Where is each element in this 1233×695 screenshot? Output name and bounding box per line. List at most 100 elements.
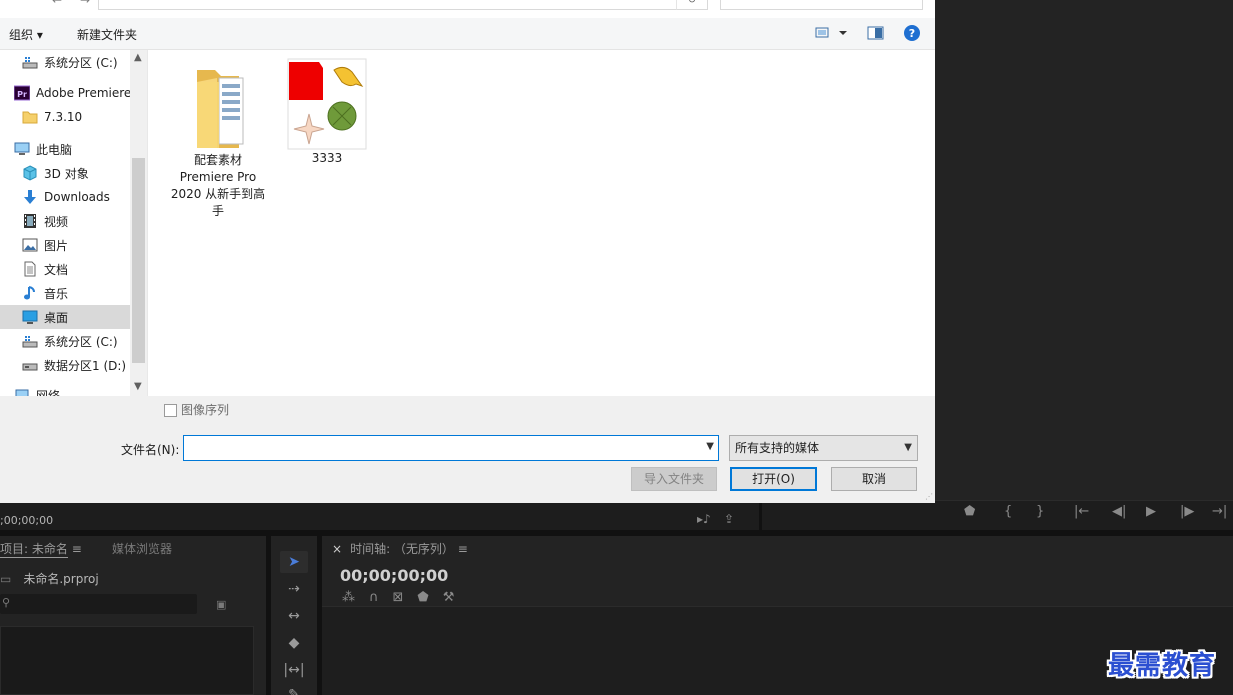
new-folder-button[interactable]: 新建文件夹	[77, 26, 137, 43]
premiere-icon: Pr	[13, 85, 31, 101]
tools-panel: ➤ ⇢ ↔ ◆ |↔| ✎	[271, 536, 317, 695]
preview-pane-icon[interactable]	[867, 25, 885, 44]
add-marker-icon[interactable]: ⬟	[417, 590, 442, 605]
organize-button[interactable]: 组织 ▾	[9, 26, 43, 43]
address-bar-strip: ← → ↻	[0, 0, 935, 18]
nav-item-pictures[interactable]: 图片	[0, 233, 130, 257]
source-monitor-bar: ;00;00;00 ▸♪ ⇪	[0, 503, 762, 530]
marker-icon[interactable]: ⬟	[964, 504, 975, 519]
3d-objects-icon	[22, 165, 38, 181]
panel-menu-icon[interactable]: ≡	[458, 542, 468, 556]
nav-item-documents[interactable]: 文档	[0, 257, 130, 281]
nav-item-network[interactable]: 网络	[0, 383, 130, 396]
nav-item-downloads[interactable]: Downloads	[0, 185, 130, 209]
go-to-in-icon[interactable]: |←	[1074, 504, 1089, 519]
chevron-down-icon[interactable]: ▼	[706, 441, 714, 452]
address-bar[interactable]	[98, 0, 708, 10]
mark-in-icon[interactable]: {	[1004, 504, 1012, 519]
resize-grip-icon[interactable]: ⋰	[925, 492, 933, 501]
network-icon	[14, 387, 30, 396]
music-icon	[22, 285, 38, 301]
dialog-footer: 图像序列 文件名(N): ▼ 所有支持的媒体 ▼ 导入文件夹 打开(O) 取消 …	[0, 396, 935, 503]
file-item-image[interactable]: 3333	[284, 58, 370, 167]
image-sequence-checkbox[interactable]	[164, 404, 177, 417]
step-forward-icon[interactable]: |▶	[1180, 504, 1194, 519]
pen-tool-icon[interactable]: ✎	[280, 684, 308, 695]
nav-item-3d-objects[interactable]: 3D 对象	[0, 161, 130, 185]
navigation-pane: 系统分区 (C:) Pr Adobe Premiere 7.3.10 此电脑 3…	[0, 50, 148, 396]
documents-icon	[22, 261, 38, 277]
file-type-select[interactable]: 所有支持的媒体 ▼	[729, 435, 918, 461]
file-name: 3333	[311, 151, 343, 165]
back-arrow-icon[interactable]: ←	[52, 0, 62, 7]
project-file-row: ▭ 未命名.prproj	[0, 570, 99, 587]
scrollbar-thumb[interactable]	[132, 158, 145, 363]
slip-tool-icon[interactable]: |↔|	[280, 659, 308, 681]
dialog-toolbar: 组织 ▾ 新建文件夹 ?	[0, 18, 935, 50]
refresh-icon[interactable]: ↻	[676, 0, 708, 10]
nav-item-music[interactable]: 音乐	[0, 281, 130, 305]
nav-item-adobe-premiere[interactable]: Pr Adobe Premiere	[0, 81, 131, 105]
file-list-pane[interactable]: 配套素材 Premiere Pro 2020 从新手到高 手 3333	[148, 50, 935, 396]
open-button[interactable]: 打开(O)	[730, 467, 817, 491]
close-icon[interactable]: ×	[332, 542, 342, 556]
program-monitor	[935, 0, 1233, 530]
source-timecode: ;00;00;00	[0, 514, 54, 527]
import-folder-button[interactable]: 导入文件夹	[631, 467, 717, 491]
filename-label: 文件名(N):	[121, 443, 180, 457]
bin-icon: ▭	[0, 572, 12, 586]
nav-item-d-drive[interactable]: 数据分区1 (D:)	[0, 353, 130, 377]
play-icon[interactable]: ▶	[1146, 504, 1156, 519]
cancel-button[interactable]: 取消	[831, 467, 917, 491]
view-options-icon[interactable]	[815, 25, 849, 44]
drive-icon	[22, 54, 38, 70]
nav-item-this-pc[interactable]: 此电脑	[0, 137, 130, 161]
timeline-tab[interactable]: × 时间轴: （无序列） ≡	[332, 540, 468, 557]
filename-input[interactable]: ▼	[183, 435, 719, 461]
panel-menu-icon[interactable]: ≡	[72, 542, 82, 556]
snap-icon[interactable]: ∩	[369, 590, 393, 605]
export-frame-icon[interactable]: ▸♪	[697, 512, 711, 526]
timeline-tracks-area[interactable]	[322, 606, 1233, 695]
go-to-out-icon[interactable]: →|	[1212, 504, 1227, 519]
nav-item-c-drive-2[interactable]: 系统分区 (C:)	[0, 329, 130, 353]
timeline-timecode[interactable]: 00;00;00;00	[340, 566, 448, 585]
tab-media-browser[interactable]: 媒体浏览器	[112, 540, 172, 557]
video-icon	[22, 213, 38, 229]
project-search-input[interactable]: ⚲	[0, 594, 197, 614]
timeline-tools: ⁂∩⊠⬟⚒	[342, 590, 468, 605]
ripple-edit-tool-icon[interactable]: ↔	[280, 605, 308, 627]
selection-tool-icon[interactable]: ➤	[280, 551, 308, 573]
nav-item-c-drive[interactable]: 系统分区 (C:)	[0, 50, 130, 74]
help-icon[interactable]: ?	[903, 24, 921, 45]
folder-icon	[22, 109, 38, 125]
new-bin-icon[interactable]: ▣	[216, 598, 226, 611]
file-item-folder[interactable]: 配套素材 Premiere Pro 2020 从新手到高 手	[170, 64, 266, 220]
svg-text:?: ?	[909, 27, 915, 40]
nav-scrollbar[interactable]: ▲ ▼	[130, 50, 147, 396]
razor-tool-icon[interactable]: ◆	[280, 632, 308, 654]
file-type-value: 所有支持的媒体	[735, 441, 820, 455]
nav-item-7-3-10[interactable]: 7.3.10	[0, 105, 130, 129]
scroll-up-icon[interactable]: ▲	[134, 52, 142, 63]
track-select-tool-icon[interactable]: ⇢	[280, 578, 308, 600]
nav-item-videos[interactable]: 视频	[0, 209, 130, 233]
search-field[interactable]	[720, 0, 923, 10]
tab-project[interactable]: 项目: 未命名 ≡	[0, 540, 82, 558]
mark-out-icon[interactable]: }	[1036, 504, 1044, 519]
project-file-name: 未命名.prproj	[23, 572, 99, 586]
forward-arrow-icon[interactable]: →	[80, 0, 90, 7]
nav-item-desktop[interactable]: 桌面	[0, 305, 130, 329]
wrench-icon[interactable]: ⚒	[443, 590, 469, 605]
step-back-icon[interactable]: ◀|	[1112, 504, 1126, 519]
insert-icon[interactable]: ⇪	[724, 512, 734, 526]
linked-selection-icon[interactable]: ⊠	[393, 590, 418, 605]
chevron-down-icon: ▼	[904, 442, 912, 453]
project-items-list[interactable]	[0, 626, 254, 695]
nest-icon[interactable]: ⁂	[342, 590, 369, 605]
watermark-logo: 最需教育	[1108, 651, 1217, 681]
computer-icon	[14, 141, 30, 157]
scroll-down-icon[interactable]: ▼	[134, 381, 142, 392]
drive-icon	[22, 333, 38, 349]
drive-icon	[22, 357, 38, 373]
